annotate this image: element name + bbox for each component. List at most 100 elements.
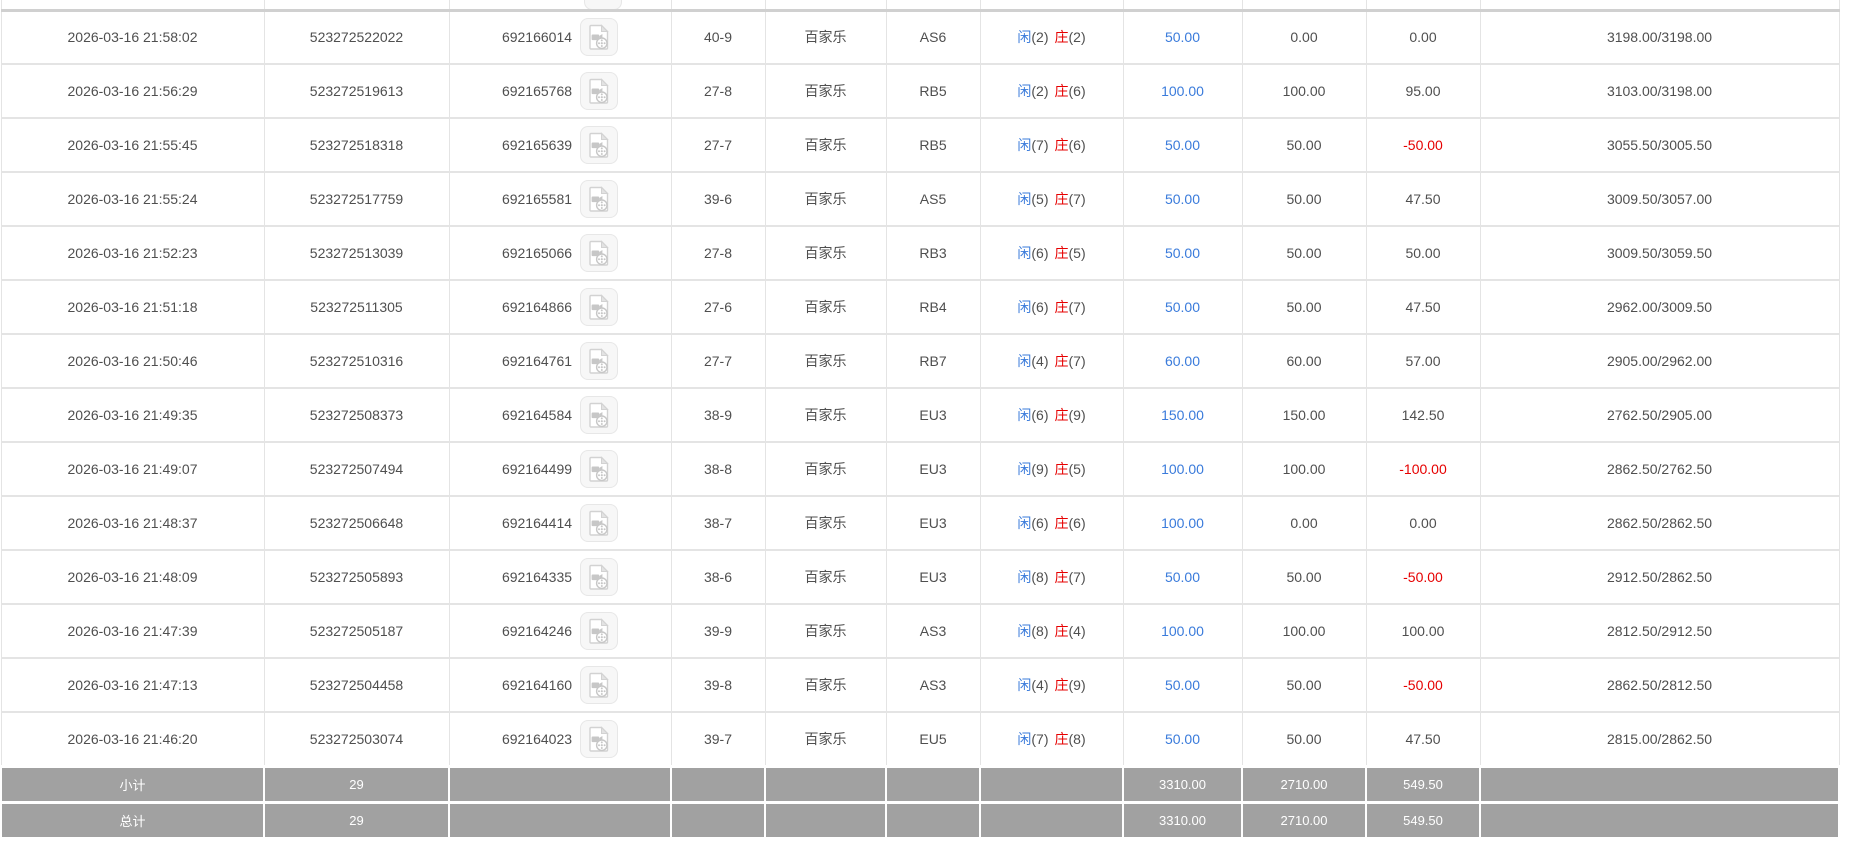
balance-cell: 3198.00/3198.00 bbox=[1480, 10, 1839, 64]
round-cell: 27-6 bbox=[671, 280, 765, 334]
video-replay-icon[interactable] bbox=[584, 0, 622, 10]
video-replay-icon[interactable] bbox=[580, 396, 618, 434]
player-label: 闲 bbox=[1017, 83, 1031, 99]
total-label: 总计 bbox=[1, 802, 264, 838]
game-name-cell: 百家乐 bbox=[765, 226, 886, 280]
bet-amount-link[interactable]: 50.00 bbox=[1165, 29, 1200, 45]
video-replay-icon[interactable] bbox=[580, 504, 618, 542]
clipped-row bbox=[1, 0, 1839, 10]
valid-amount-cell: 150.00 bbox=[1242, 388, 1366, 442]
video-replay-icon[interactable] bbox=[580, 126, 618, 164]
video-replay-icon[interactable] bbox=[580, 18, 618, 56]
bet-amount-link[interactable]: 60.00 bbox=[1165, 353, 1200, 369]
player-label: 闲 bbox=[1017, 731, 1031, 747]
table-row: 2026-03-16 21:47:39 523272505187 6921642… bbox=[1, 604, 1839, 658]
banker-label: 庄 bbox=[1055, 677, 1069, 693]
banker-score: (7) bbox=[1069, 569, 1086, 585]
balance-cell: 2862.50/2812.50 bbox=[1480, 658, 1839, 712]
total-win-loss: 549.50 bbox=[1366, 802, 1480, 838]
banker-score: (7) bbox=[1069, 191, 1086, 207]
valid-amount-cell: 100.00 bbox=[1242, 442, 1366, 496]
valid-amount-cell: 0.00 bbox=[1242, 10, 1366, 64]
balance-cell: 2905.00/2962.00 bbox=[1480, 334, 1839, 388]
game-id-cell: 692164499 bbox=[449, 442, 671, 496]
balance-cell: 2812.50/2912.50 bbox=[1480, 604, 1839, 658]
banker-score: (6) bbox=[1069, 137, 1086, 153]
video-replay-icon[interactable] bbox=[580, 612, 618, 650]
table-code-cell: AS6 bbox=[886, 10, 980, 64]
banker-score: (8) bbox=[1069, 731, 1086, 747]
player-score: (8) bbox=[1031, 569, 1048, 585]
bet-amount-link[interactable]: 50.00 bbox=[1165, 731, 1200, 747]
balance-cell: 2962.00/3009.50 bbox=[1480, 280, 1839, 334]
player-score: (6) bbox=[1031, 515, 1048, 531]
win-loss-cell: -50.00 bbox=[1366, 550, 1480, 604]
win-loss-cell: 142.50 bbox=[1366, 388, 1480, 442]
table-row: 2026-03-16 21:55:45 523272518318 6921656… bbox=[1, 118, 1839, 172]
bet-amount-cell: 100.00 bbox=[1123, 604, 1242, 658]
table-row: 2026-03-16 21:49:07 523272507494 6921644… bbox=[1, 442, 1839, 496]
video-replay-icon[interactable] bbox=[580, 666, 618, 704]
bet-amount-link[interactable]: 50.00 bbox=[1165, 191, 1200, 207]
bet-amount-link[interactable]: 50.00 bbox=[1165, 299, 1200, 315]
balance-cell: 2815.00/2862.50 bbox=[1480, 712, 1839, 766]
bet-amount-link[interactable]: 100.00 bbox=[1161, 515, 1204, 531]
game-id: 692164584 bbox=[502, 407, 572, 423]
result-cell: 闲(6)庄(5) bbox=[980, 226, 1123, 280]
clipped-cell bbox=[765, 0, 886, 10]
player-score: (2) bbox=[1031, 29, 1048, 45]
video-replay-icon[interactable] bbox=[580, 342, 618, 380]
banker-score: (6) bbox=[1069, 83, 1086, 99]
order-id-cell: 523272522022 bbox=[264, 10, 449, 64]
order-id-cell: 523272504458 bbox=[264, 658, 449, 712]
game-id: 692166014 bbox=[502, 29, 572, 45]
player-label: 闲 bbox=[1017, 623, 1031, 639]
bet-amount-link[interactable]: 100.00 bbox=[1161, 83, 1204, 99]
game-id-cell: 692164414 bbox=[449, 496, 671, 550]
win-loss-cell: 47.50 bbox=[1366, 172, 1480, 226]
player-score: (6) bbox=[1031, 299, 1048, 315]
bet-amount-cell: 100.00 bbox=[1123, 496, 1242, 550]
game-id: 692164023 bbox=[502, 731, 572, 747]
video-replay-icon[interactable] bbox=[580, 450, 618, 488]
valid-amount-cell: 0.00 bbox=[1242, 496, 1366, 550]
clipped-cell bbox=[980, 0, 1123, 10]
bet-amount-link[interactable]: 50.00 bbox=[1165, 137, 1200, 153]
win-loss-cell: 57.00 bbox=[1366, 334, 1480, 388]
banker-label: 庄 bbox=[1055, 731, 1069, 747]
clipped-cell bbox=[449, 0, 671, 10]
bet-time-cell: 2026-03-16 21:58:02 bbox=[1, 10, 264, 64]
bet-amount-link[interactable]: 50.00 bbox=[1165, 677, 1200, 693]
game-id-cell: 692164761 bbox=[449, 334, 671, 388]
video-replay-icon[interactable] bbox=[580, 234, 618, 272]
video-replay-icon[interactable] bbox=[580, 558, 618, 596]
table-code-cell: RB5 bbox=[886, 118, 980, 172]
bet-amount-link[interactable]: 150.00 bbox=[1161, 407, 1204, 423]
game-id: 692164761 bbox=[502, 353, 572, 369]
valid-amount-cell: 50.00 bbox=[1242, 280, 1366, 334]
table-code-cell: AS3 bbox=[886, 658, 980, 712]
win-loss-cell: 0.00 bbox=[1366, 496, 1480, 550]
result-cell: 闲(8)庄(7) bbox=[980, 550, 1123, 604]
video-replay-icon[interactable] bbox=[580, 72, 618, 110]
bet-amount-link[interactable]: 50.00 bbox=[1165, 245, 1200, 261]
win-loss-cell: -50.00 bbox=[1366, 658, 1480, 712]
bet-amount-cell: 50.00 bbox=[1123, 550, 1242, 604]
bet-amount-link[interactable]: 100.00 bbox=[1161, 461, 1204, 477]
bet-amount-link[interactable]: 100.00 bbox=[1161, 623, 1204, 639]
bet-amount-cell: 50.00 bbox=[1123, 658, 1242, 712]
bet-amount-link[interactable]: 50.00 bbox=[1165, 569, 1200, 585]
game-name-cell: 百家乐 bbox=[765, 10, 886, 64]
video-replay-icon[interactable] bbox=[580, 288, 618, 326]
table-code-cell: EU3 bbox=[886, 496, 980, 550]
table-code-cell: AS5 bbox=[886, 172, 980, 226]
table-code-cell: RB7 bbox=[886, 334, 980, 388]
valid-amount-cell: 50.00 bbox=[1242, 550, 1366, 604]
subtotal-label: 小计 bbox=[1, 766, 264, 802]
video-replay-icon[interactable] bbox=[580, 720, 618, 758]
game-id-cell: 692165768 bbox=[449, 64, 671, 118]
table-row: 2026-03-16 21:51:18 523272511305 6921648… bbox=[1, 280, 1839, 334]
result-cell: 闲(8)庄(4) bbox=[980, 604, 1123, 658]
video-replay-icon[interactable] bbox=[580, 180, 618, 218]
bet-amount-cell: 100.00 bbox=[1123, 442, 1242, 496]
